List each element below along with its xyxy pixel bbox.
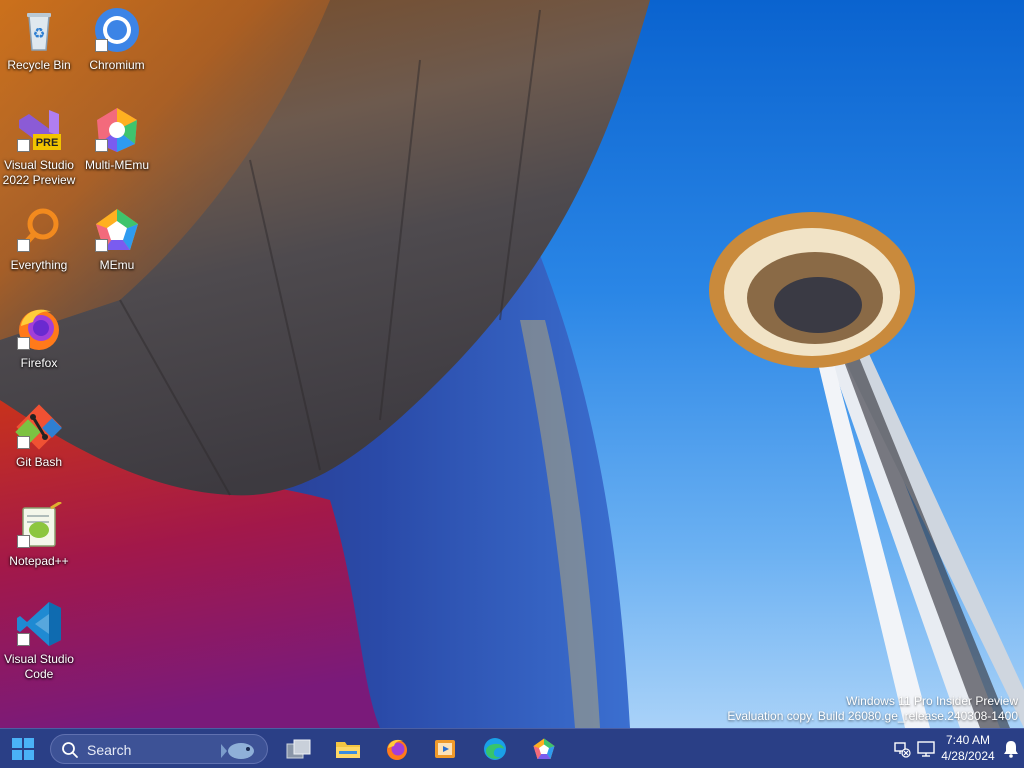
visual-studio-preview-icon: PRE [15,106,63,154]
desktop-icon-label: Everything [10,258,68,272]
desktop-icon-git-bash[interactable]: Git Bash [0,403,78,470]
multi-memu-icon [93,106,141,154]
space-needle-art [709,212,1024,728]
vscode-icon [15,600,63,648]
watermark-line-build: Evaluation copy. Build 26080.ge_release.… [727,709,1018,723]
desktop-icon-multi-memu[interactable]: Multi-MEmu [78,106,156,173]
shortcut-arrow-icon [17,337,30,350]
git-bash-icon [15,403,63,451]
task-view-icon [286,739,311,759]
memu-icon [533,738,555,759]
search-icon [62,742,78,758]
everything-search-icon [15,206,63,254]
folder-icon [336,742,360,758]
notepad-plus-plus-icon [15,500,63,550]
clock-time: 7:40 AM [945,733,991,747]
desktop-icon-label: MEmu [99,258,135,272]
chromium-icon [93,6,141,54]
firefox-icon [15,304,63,352]
desktop-icon-recycle-bin[interactable]: ♻ Recycle Bin [0,6,78,73]
memu-icon [93,206,141,254]
desktop-icon-label: Notepad++ [9,554,69,568]
build-watermark: Windows 11 Pro Insider Preview Evaluatio… [727,694,1018,724]
watermark-line-edition: Windows 11 Pro Insider Preview [846,694,1018,708]
desktop-icon-label: Chromium [89,58,145,72]
preview-badge: PRE [36,137,59,149]
shortcut-arrow-icon [17,239,30,252]
shortcut-arrow-icon [95,39,108,52]
windows-logo-icon [12,738,34,760]
media-player-icon [435,740,455,758]
recycle-bin-icon: ♻ [15,6,63,54]
shortcut-arrow-icon [17,633,30,646]
start-button[interactable] [6,733,40,765]
clock-date: 4/28/2024 [941,749,995,763]
desktop-icon-label: Git Bash [15,455,63,469]
desktop-icon-label: Visual Studio 2022 Preview [2,158,76,187]
desktop-icon-notepad-plus-plus[interactable]: Notepad++ [0,500,78,569]
edge-icon [484,738,506,760]
monitor-icon [917,741,935,757]
bell-icon [1004,741,1018,758]
desktop-icon-label: Recycle Bin [7,58,71,72]
shortcut-arrow-icon [17,436,30,449]
shortcut-arrow-icon [17,139,30,152]
svg-text:♻: ♻ [33,26,46,42]
taskbar: Search 7:40 AM 4/28/2024 [0,728,1024,768]
desktop-icon-label: Visual Studio Code [4,652,74,681]
desktop-icon-label: Firefox [20,356,58,370]
taskbar-edge[interactable] [478,733,512,765]
firefox-icon [387,739,407,760]
taskbar-task-view[interactable] [282,733,316,765]
display-button[interactable] [914,733,938,765]
network-disconnected-icon [894,742,911,758]
desktop-icon-vscode[interactable]: Visual Studio Code [0,600,78,682]
taskbar-media-player[interactable] [428,733,462,765]
taskbar-clock[interactable]: 7:40 AM 4/28/2024 [936,732,1000,764]
desktop: ♻ Recycle Bin Chromium PRE Visual Studio… [0,0,1024,728]
network-status-button[interactable] [890,733,914,765]
notifications-button[interactable] [1000,733,1022,765]
desktop-icon-firefox[interactable]: Firefox [0,304,78,371]
shortcut-arrow-icon [95,139,108,152]
desktop-icon-label: Multi-MEmu [84,158,149,172]
taskbar-firefox[interactable] [380,733,414,765]
taskbar-memu[interactable] [527,733,561,765]
search-placeholder: Search [87,742,132,758]
taskbar-file-explorer[interactable] [331,733,365,765]
desktop-icon-chromium[interactable]: Chromium [78,6,156,73]
shortcut-arrow-icon [17,535,30,548]
desktop-icon-visual-studio-preview[interactable]: PRE Visual Studio 2022 Preview [0,106,78,188]
search-highlight-fish-icon [221,743,254,759]
taskbar-search-box[interactable]: Search [50,734,268,764]
desktop-icon-memu[interactable]: MEmu [78,206,156,273]
desktop-icon-everything[interactable]: Everything [0,206,78,273]
shortcut-arrow-icon [95,239,108,252]
